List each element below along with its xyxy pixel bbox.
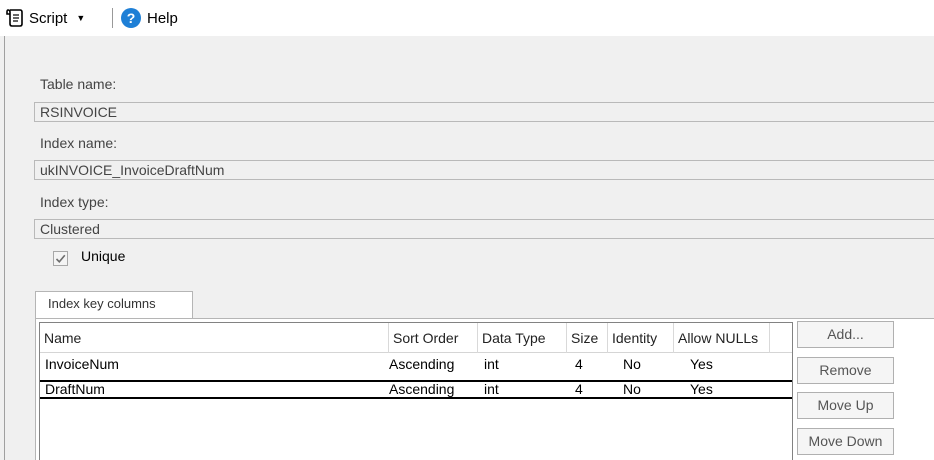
- help-icon: ?: [121, 8, 141, 28]
- cell-size: 4: [575, 356, 583, 372]
- cell-data-type: int: [484, 381, 499, 397]
- column-header-allow-nulls[interactable]: Allow NULLs: [674, 323, 770, 353]
- tab-index-key-columns[interactable]: Index key columns: [35, 291, 193, 319]
- table-row[interactable]: DraftNum Ascending int 4 No Yes: [40, 380, 792, 399]
- unique-label: Unique: [81, 248, 126, 264]
- toolbar-separator: [112, 8, 113, 28]
- column-header-name[interactable]: Name: [40, 323, 389, 353]
- cell-sort-order: Ascending: [389, 381, 455, 397]
- index-name-field[interactable]: ukINVOICE_InvoiceDraftNum: [34, 160, 934, 180]
- cell-data-type: int: [484, 356, 499, 372]
- cell-identity: No: [623, 381, 641, 397]
- help-label: Help: [147, 9, 178, 27]
- index-name-label: Index name:: [40, 135, 118, 151]
- cell-name: InvoiceNum: [45, 356, 119, 372]
- cell-allow-nulls: Yes: [690, 356, 713, 372]
- script-icon: [6, 8, 24, 28]
- column-header-sort-order[interactable]: Sort Order: [389, 323, 478, 353]
- index-type-label: Index type:: [40, 194, 109, 210]
- cell-size: 4: [575, 381, 583, 397]
- column-header-data-type[interactable]: Data Type: [478, 323, 567, 353]
- remove-button[interactable]: Remove: [797, 357, 894, 384]
- checkmark-icon: [55, 254, 66, 263]
- index-type-field[interactable]: Clustered: [34, 219, 934, 239]
- cell-name: DraftNum: [45, 381, 105, 397]
- script-button[interactable]: Script ▼: [6, 7, 85, 29]
- panel-border: [4, 36, 5, 460]
- cell-allow-nulls: Yes: [690, 381, 713, 397]
- cell-identity: No: [623, 356, 641, 372]
- grid-header: Name Sort Order Data Type Size Identity …: [40, 323, 792, 353]
- chevron-down-icon[interactable]: ▼: [76, 13, 85, 23]
- help-button[interactable]: ? Help: [121, 7, 178, 29]
- column-header-identity[interactable]: Identity: [608, 323, 674, 353]
- index-columns-grid: Name Sort Order Data Type Size Identity …: [39, 322, 793, 460]
- table-name-label: Table name:: [40, 76, 117, 92]
- cell-sort-order: Ascending: [389, 356, 455, 372]
- table-row[interactable]: InvoiceNum Ascending int 4 No Yes: [40, 357, 792, 372]
- script-label: Script: [29, 9, 68, 27]
- table-name-field[interactable]: RSINVOICE: [34, 102, 934, 122]
- add-button[interactable]: Add...: [797, 321, 894, 348]
- column-header-size[interactable]: Size: [567, 323, 608, 353]
- move-up-button[interactable]: Move Up: [797, 392, 894, 419]
- unique-checkbox[interactable]: [53, 251, 68, 266]
- toolbar: Script ▼ ? Help: [0, 0, 934, 36]
- move-down-button[interactable]: Move Down: [797, 428, 894, 455]
